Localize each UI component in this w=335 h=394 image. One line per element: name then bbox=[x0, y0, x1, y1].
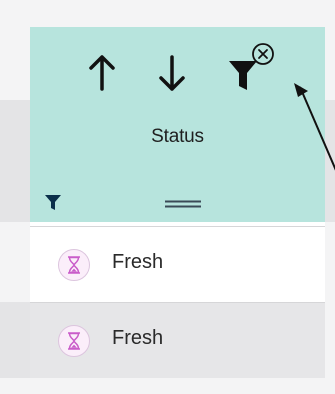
sort-descending-button[interactable] bbox=[156, 53, 188, 93]
hourglass-icon bbox=[58, 249, 90, 281]
left-header-band bbox=[0, 100, 30, 222]
status-column: Status Fresh Fresh bbox=[30, 27, 335, 378]
table-row[interactable]: Fresh bbox=[30, 302, 325, 378]
clear-filter-button[interactable] bbox=[250, 41, 276, 67]
status-cell-text: Fresh bbox=[112, 327, 164, 349]
hourglass-icon bbox=[58, 325, 90, 357]
left-row-band bbox=[0, 302, 30, 378]
table-row[interactable]: Fresh bbox=[30, 226, 325, 302]
column-resize-handle[interactable] bbox=[165, 199, 201, 209]
arrow-up-icon bbox=[89, 55, 115, 91]
status-cell-text: Fresh bbox=[112, 251, 164, 273]
arrow-down-icon bbox=[159, 55, 185, 91]
column-title: Status bbox=[151, 126, 204, 147]
sort-ascending-button[interactable] bbox=[86, 53, 118, 93]
column-header: Status bbox=[30, 27, 335, 222]
circle-x-icon bbox=[252, 43, 274, 65]
filter-active-icon bbox=[45, 195, 61, 210]
